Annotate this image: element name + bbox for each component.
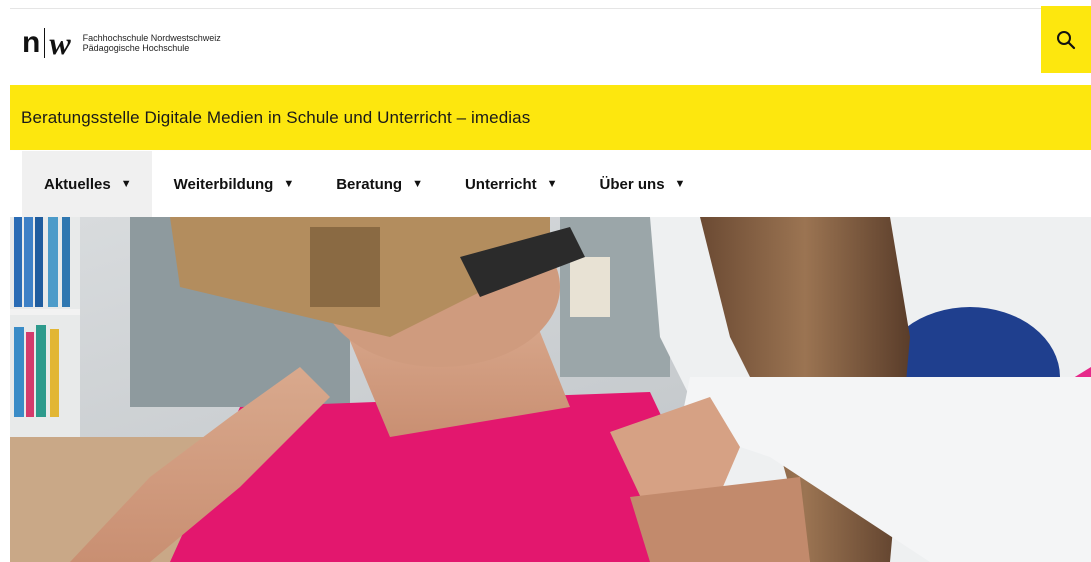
hero-image [10,217,1091,562]
nav-item-beratung[interactable]: Beratung ▼ [314,151,443,217]
caret-down-icon: ▼ [546,178,558,190]
logo[interactable]: n w Fachhochschule Nordwestschweiz Pädag… [22,23,221,63]
nav-item-label: Weiterbildung [173,175,274,193]
section-banner[interactable]: Beratungsstelle Digitale Medien in Schul… [10,85,1091,150]
nav-item-label: Aktuelles [44,175,111,193]
logo-line-1: Fachhochschule Nordwestschweiz [82,33,221,43]
caret-down-icon: ▼ [674,178,686,190]
search-button[interactable] [1041,6,1091,73]
caret-down-icon: ▼ [120,178,132,190]
logo-text: Fachhochschule Nordwestschweiz Pädagogis… [83,33,221,53]
nav-item-label: Beratung [336,175,403,193]
page: n w Fachhochschule Nordwestschweiz Pädag… [0,0,1091,562]
logo-line-2: Pädagogische Hochschule [82,43,190,53]
nav-item-ueber-uns[interactable]: Über uns ▼ [578,151,706,217]
nav-item-label: Unterricht [464,175,537,193]
hero-photo [10,217,1091,562]
logo-mark: n w [22,27,71,59]
main-navigation: Aktuelles ▼ Weiterbildung ▼ Beratung ▼ U… [22,151,705,217]
caret-down-icon: ▼ [412,178,423,190]
logo-letter-w: w [49,25,71,61]
logo-letter-n: n [22,26,40,59]
nav-item-label: Über uns [599,175,665,193]
search-icon [1057,30,1076,49]
nav-item-unterricht[interactable]: Unterricht ▼ [443,151,578,217]
site-header: n w Fachhochschule Nordwestschweiz Pädag… [0,6,1091,73]
caret-down-icon: ▼ [283,178,295,190]
banner-title[interactable]: Beratungsstelle Digitale Medien in Schul… [21,108,530,128]
logo-divider [44,28,46,58]
nav-item-weiterbildung[interactable]: Weiterbildung ▼ [152,151,315,217]
nav-item-aktuelles[interactable]: Aktuelles ▼ [22,151,152,217]
